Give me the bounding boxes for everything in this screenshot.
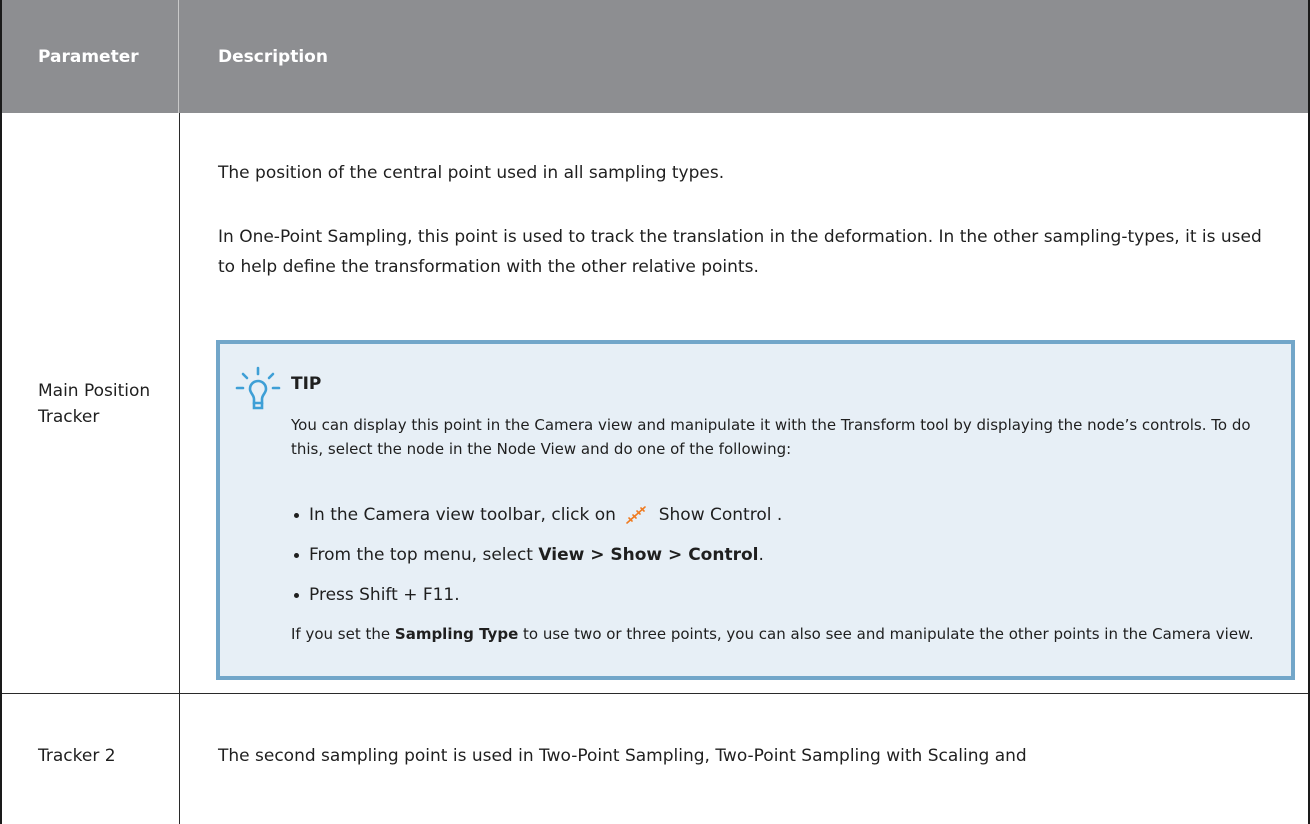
table-header: Parameter Description	[2, 0, 1308, 113]
tip-box: TIP You can display this point in the Ca…	[216, 340, 1295, 680]
column-divider	[179, 113, 180, 824]
tip-body: You can display this point in the Camera…	[291, 416, 1251, 458]
lightbulb-icon	[235, 366, 281, 410]
header-description: Description	[218, 47, 328, 67]
header-parameter: Parameter	[38, 47, 139, 67]
header-divider	[178, 0, 179, 113]
row1-description-2: In One-Point Sampling, this point is use…	[218, 227, 1262, 277]
param-tracker-2: Tracker 2	[38, 746, 116, 766]
param-main-position-tracker: Main Position Tracker	[38, 381, 151, 427]
tip-footer: If you set the Sampling Type to use two …	[291, 625, 1254, 643]
tip-title: TIP	[291, 374, 322, 394]
show-control-label: Show Control .	[658, 505, 783, 525]
show-control-icon[interactable]	[625, 505, 647, 525]
tip-list-item: From the top menu, select View > Show > …	[291, 542, 782, 582]
sampling-type-term: Sampling Type	[394, 625, 519, 643]
tip-list-item: In the Camera view toolbar, click on Sho…	[291, 502, 782, 542]
menu-path: View > Show > Control	[538, 545, 759, 565]
tip-list-item: Press Shift + F11.	[291, 582, 782, 622]
tip-list: In the Camera view toolbar, click on Sho…	[291, 502, 782, 622]
parameter-table: Parameter Description Main Position Trac…	[0, 0, 1310, 824]
row-divider	[2, 693, 1308, 694]
row2-description: The second sampling point is used in Two…	[218, 746, 1027, 766]
row1-description-1: The position of the central point used i…	[218, 163, 725, 183]
